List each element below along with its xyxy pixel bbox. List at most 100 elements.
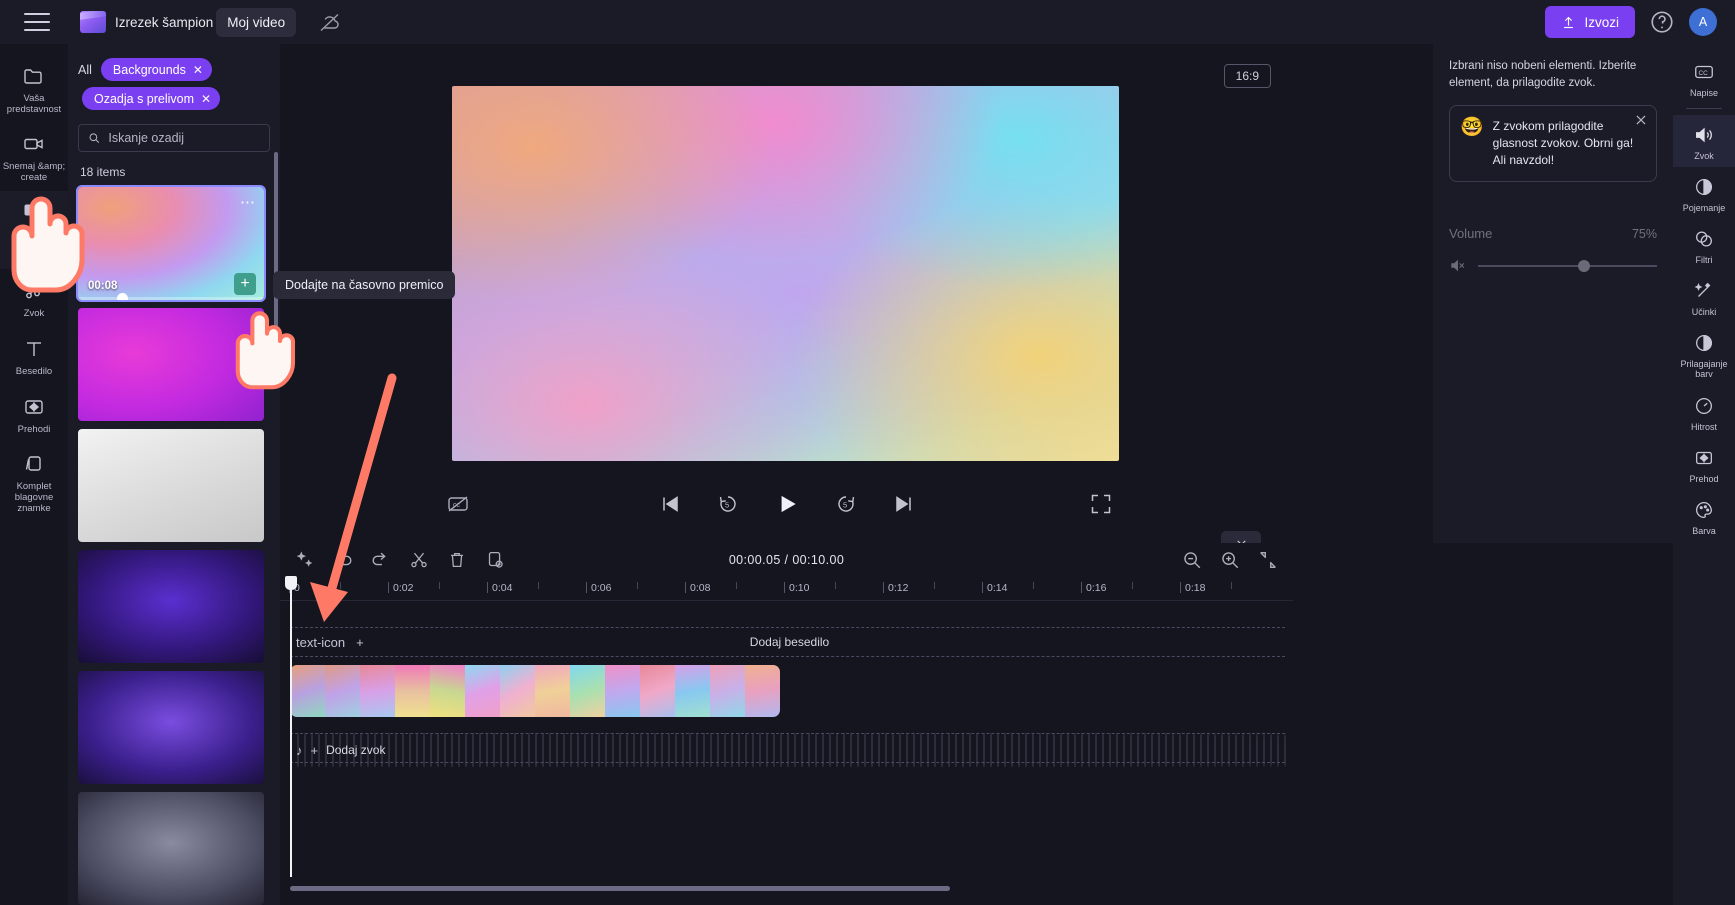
close-icon[interactable]: ✕ [201,92,211,106]
thumbnail-item[interactable] [78,792,264,905]
magic-icon[interactable] [294,549,316,571]
thumbnail-item[interactable] [78,550,264,663]
speaker-mute-icon[interactable] [1449,257,1466,274]
thumbnail-item[interactable] [78,308,264,421]
color-adjust-icon [1692,331,1716,355]
ruler-tick: 0:02 [387,582,414,594]
scrubber-knob[interactable] [117,293,128,300]
right-sidebar: CC Napise Zvok Pojemanje Filtri Učinki P… [1673,44,1735,905]
filter-chip-backgrounds[interactable]: Backgrounds ✕ [100,58,212,81]
project-title: Izrezek šampion [115,14,214,30]
ruler-tick: 0:10 [783,582,810,594]
cloud-off-icon[interactable] [318,10,342,34]
export-button[interactable]: Izvozi [1545,6,1635,38]
sidebar-item-content-library[interactable]: Knjižnica elementov knjižnice [0,190,68,270]
add-to-timeline-tooltip: Dodajte na časovno premico [273,271,456,299]
right-item-fade[interactable]: Pojemanje [1673,167,1735,219]
thumbnail-item[interactable] [78,671,264,784]
text-track-label[interactable]: Dodaj besedilo [750,635,829,649]
right-item-speed[interactable]: Hitrost [1673,386,1735,438]
sidebar-item-audio[interactable]: Zvok [0,269,68,327]
right-label-speed: Hitrost [1690,421,1717,432]
right-item-captions[interactable]: CC Napise [1673,52,1735,104]
sidebar-item-text[interactable]: Besedilo [0,327,68,385]
filter-chip-gradient[interactable]: Ozadja s prelivom ✕ [82,87,221,110]
speed-icon [1692,394,1716,418]
ruler-tick: 0:06 [585,582,612,594]
right-label-effects: Učinki [1691,307,1717,318]
right-item-effects[interactable]: Učinki [1673,271,1735,323]
aspect-ratio-button[interactable]: 16:9 [1223,64,1271,88]
timeline-ruler[interactable]: 0 0:02 0:04 0:06 0:08 0:10 0:12 0:14 0:1… [280,577,1293,601]
project-info: Izrezek šampion Moj video [80,7,297,37]
hamburger-icon[interactable] [24,13,50,31]
brandkit-icon [21,451,47,477]
timecode-separator: / [780,553,793,567]
search-icon [89,133,100,143]
timecode-display: 00:00.05 / 00:10.00 [729,553,844,567]
right-label-color-adjust: Prilagajanje barv [1680,359,1728,380]
zoom-in-icon[interactable] [1219,549,1241,571]
right-item-color[interactable]: Barva [1673,490,1735,542]
search-input[interactable] [108,131,260,145]
undo-icon[interactable] [332,549,354,571]
close-icon[interactable] [1634,113,1648,127]
audio-track[interactable]: ♪ + Dodaj zvok [290,733,1289,767]
sidebar-item-transitions[interactable]: Prehodi [0,385,68,443]
volume-slider-row[interactable] [1449,257,1657,274]
duplicate-icon[interactable] [484,549,506,571]
redo-icon[interactable] [370,549,392,571]
filter-all[interactable]: All [78,63,92,77]
ruler-tick: 0:16 [1080,582,1107,594]
close-icon[interactable]: ✕ [193,63,203,77]
project-name-chip[interactable]: Moj video [216,7,297,37]
thumbnail-item[interactable]: ⋯ 00:08 + [76,185,266,302]
avatar[interactable]: A [1689,8,1717,36]
play-icon[interactable] [774,491,800,517]
split-icon[interactable] [408,549,430,571]
transitions-icon [21,394,47,420]
right-item-audio[interactable]: Zvok [1673,115,1735,168]
sidebar-item-your-media[interactable]: Vaša predstavnost [0,54,68,122]
help-icon[interactable] [1649,9,1675,35]
delete-icon[interactable] [446,549,468,571]
text-icon [21,336,47,362]
captions-icon: CC [1692,60,1716,84]
sidebar-item-brand-kit[interactable]: Komplet blagovne znamke [0,442,68,521]
more-options-icon[interactable]: ⋯ [240,193,256,211]
sidebar-item-record-create[interactable]: Snemaj &amp; create [0,122,68,190]
timeline-zoom-controls [1181,549,1279,571]
thumbnail-item[interactable] [78,429,264,542]
filter-row-2: Ozadja s prelivom ✕ [68,81,280,110]
back-5-icon[interactable]: 5 [716,492,740,516]
volume-slider-knob[interactable] [1578,259,1591,272]
export-label: Izvozi [1584,14,1619,30]
fullscreen-icon[interactable] [1089,492,1113,516]
forward-5-icon[interactable]: 5 [834,492,858,516]
zoom-out-icon[interactable] [1181,549,1203,571]
captions-off-icon[interactable]: cc [446,492,470,516]
text-track[interactable]: text-icon + Dodaj besedilo [290,627,1289,657]
timeline: 00:00.05 / 00:10.00 0 0:02 0:04 0:06 0:0… [280,543,1293,905]
top-bar: Izrezek šampion Moj video Izvozi A [0,0,1735,44]
video-preview[interactable] [452,86,1119,461]
filters-icon [1692,227,1716,251]
search-box[interactable] [78,124,270,152]
thumbnail-scrubber[interactable] [78,293,264,300]
right-label-transition: Prehod [1689,473,1719,484]
panel-scrollbar[interactable] [274,152,278,342]
volume-slider[interactable] [1478,259,1657,272]
right-item-filters[interactable]: Filtri [1673,219,1735,271]
timeline-scrollbar[interactable] [290,886,950,891]
right-item-transition[interactable]: Prehod [1673,438,1735,490]
nerd-face-emoji-icon: 🤓 [1460,117,1484,139]
video-clip[interactable] [290,665,780,717]
playhead[interactable] [285,576,297,877]
timecode-total: 00:10.00 [792,553,845,567]
fit-timeline-icon[interactable] [1257,549,1279,571]
add-to-timeline-button[interactable]: + [234,273,256,295]
sidebar-label-transitions: Prehodi [17,423,51,435]
skip-end-icon[interactable] [892,492,916,516]
right-item-color-adjust[interactable]: Prilagajanje barv [1673,323,1735,385]
skip-start-icon[interactable] [658,492,682,516]
